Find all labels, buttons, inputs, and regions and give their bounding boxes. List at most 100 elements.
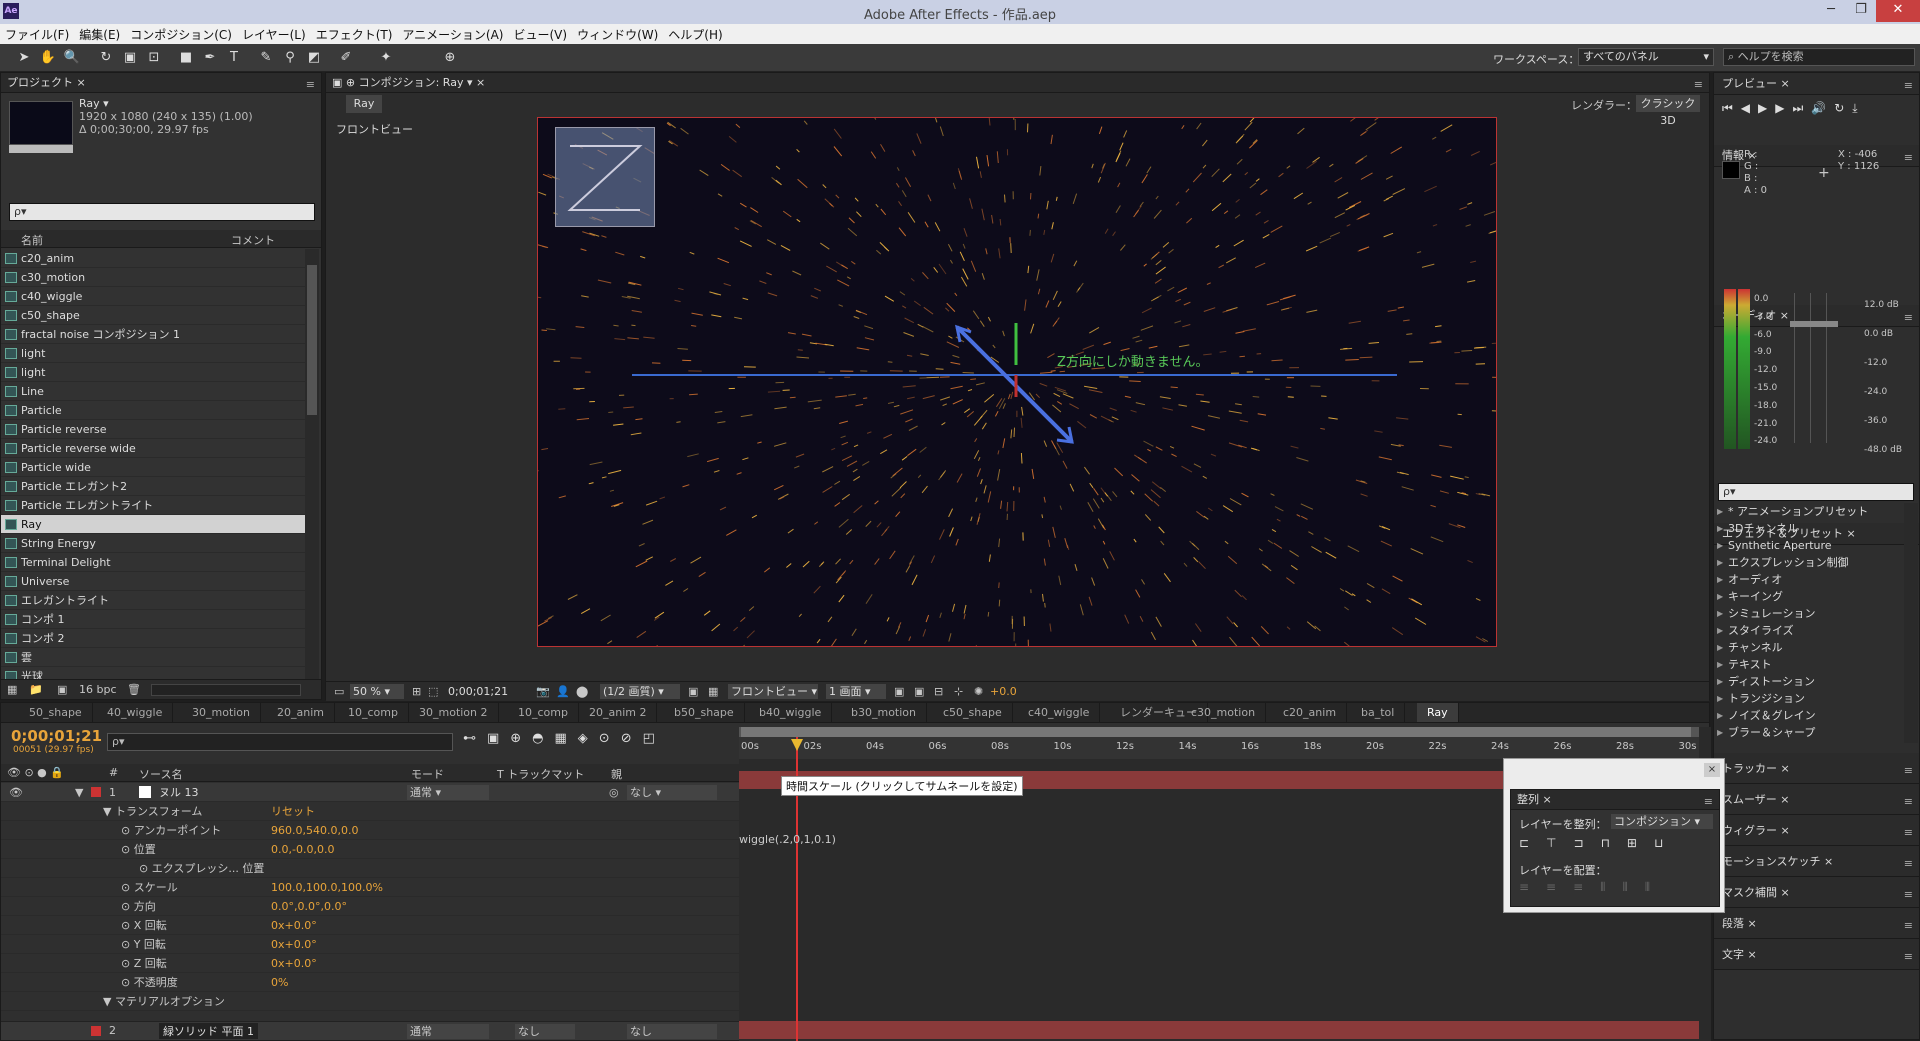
property-row[interactable]: ⊙ X 回転0x+0.0° xyxy=(1,916,739,935)
roto-brush-tool-icon[interactable]: ✐ xyxy=(336,48,356,68)
property-row[interactable]: ⊙ 方向0.0°,0.0°,0.0° xyxy=(1,897,739,916)
always-preview-icon[interactable]: ▭ xyxy=(334,685,344,698)
panel-menu-icon[interactable]: ≡ xyxy=(1904,755,1913,786)
project-item[interactable]: Particle エレガント2 xyxy=(1,477,305,496)
timeline-tab[interactable]: 20_anim xyxy=(267,703,335,722)
label-color-2[interactable] xyxy=(91,1026,101,1036)
project-item[interactable]: エレガントライト xyxy=(1,591,305,610)
panel-menu-icon[interactable]: ≡ xyxy=(1904,817,1913,848)
align-to-select[interactable]: コンポジション ▾ xyxy=(1611,814,1713,829)
mask-visibility-icon[interactable]: ⬚ xyxy=(428,685,438,698)
collapsed-panel[interactable]: モーションスケッチ ×≡ xyxy=(1714,846,1919,877)
collapsed-panel[interactable]: 文字 ×≡ xyxy=(1714,939,1919,970)
effect-category[interactable]: ノイズ＆グレイン xyxy=(1714,707,1904,724)
property-row[interactable]: ⊙ Y 回転0x+0.0° xyxy=(1,935,739,954)
brush-tool-icon[interactable]: ✎ xyxy=(256,48,276,68)
safe-zones-icon[interactable]: ⊞ xyxy=(412,685,421,698)
col-mode[interactable]: モード xyxy=(411,766,444,782)
collapsed-panel[interactable]: 段落 ×≡ xyxy=(1714,908,1919,939)
panel-menu-icon[interactable]: ≡ xyxy=(1904,910,1913,941)
project-search-input[interactable]: ρ▾ xyxy=(9,203,315,221)
hand-tool-icon[interactable]: ✋ xyxy=(38,48,58,68)
menu-item-5[interactable]: アニメーション(A) xyxy=(397,24,508,45)
timeline-tab[interactable]: c20_anim xyxy=(1273,703,1347,722)
layer-name-2[interactable]: 緑ソリッド 平面 1 xyxy=(159,1023,258,1039)
project-item[interactable]: light xyxy=(1,344,305,363)
property-value[interactable]: 0x+0.0° xyxy=(271,935,317,954)
timeline-tab[interactable]: Ray xyxy=(1417,703,1459,722)
panel-menu-icon[interactable]: ≡ xyxy=(1904,941,1913,972)
col-trkmat[interactable]: T トラックマット xyxy=(497,766,584,782)
col-source[interactable]: ソース名 xyxy=(139,766,182,782)
effect-category[interactable]: Synthetic Aperture xyxy=(1714,537,1904,554)
timeline-tab[interactable]: 20_anim 2 xyxy=(579,703,657,722)
comp-subtab[interactable]: Ray xyxy=(346,95,382,113)
new-comp-icon[interactable]: ▣ xyxy=(57,683,67,696)
col-parent[interactable]: 親 xyxy=(611,766,622,782)
camera-tool-icon[interactable]: ▣ xyxy=(120,48,140,68)
label-color[interactable] xyxy=(91,787,101,797)
collapsed-panel[interactable]: トラッカー ×≡ xyxy=(1714,753,1919,784)
puppet-tool-icon[interactable]: ✦ xyxy=(376,48,396,68)
collapsed-panel[interactable]: ウィグラー ×≡ xyxy=(1714,815,1919,846)
property-row[interactable]: ⊙ エクスプレッシ... 位置 xyxy=(1,859,739,878)
views-select[interactable]: 1 画面 ▾ xyxy=(826,684,886,699)
zoom-tool-icon[interactable]: 🔍 xyxy=(62,48,82,68)
eye-icon[interactable]: 👁 xyxy=(9,783,23,802)
timeline-tab[interactable]: b30_motion xyxy=(841,703,927,722)
timeline-tab[interactable]: 10_comp xyxy=(338,703,409,722)
composition-viewer[interactable]: Z方向にしか動きません。 xyxy=(537,117,1497,647)
project-item[interactable]: 光球 xyxy=(1,667,305,679)
layer-mode-select[interactable]: 通常 ▾ xyxy=(407,785,489,800)
fast-previews-icon[interactable]: ▣ xyxy=(914,685,924,698)
timeline-tab[interactable]: c40_wiggle xyxy=(1018,703,1100,722)
panel-menu-icon[interactable]: ≡ xyxy=(1904,879,1913,910)
menu-item-4[interactable]: エフェクト(T) xyxy=(311,24,398,45)
timeline-tab[interactable]: c50_shape xyxy=(933,703,1013,722)
audio-slider-3[interactable] xyxy=(1826,293,1834,443)
layer-row-1[interactable]: 👁 ▼ 1 ヌル 13 通常 ▾ ◎ なし ▾ xyxy=(1,783,739,802)
interpret-footage-icon[interactable]: ▦ xyxy=(7,683,17,696)
project-item[interactable]: Particle エレガントライト xyxy=(1,496,305,515)
maximize-button[interactable]: ❐ xyxy=(1846,0,1876,22)
effect-category[interactable]: ブラー＆シャープ xyxy=(1714,724,1904,741)
project-item[interactable]: c40_wiggle xyxy=(1,287,305,306)
selection-tool-icon[interactable]: ➤ xyxy=(14,48,34,68)
layer-2-bar[interactable] xyxy=(739,1021,1699,1039)
property-row[interactable]: ⊙ スケール100.0,100.0,100.0% xyxy=(1,878,739,897)
property-row[interactable]: ▼ マテリアルオプション xyxy=(1,992,739,1011)
timeline-tab[interactable]: 50_shape xyxy=(19,703,93,722)
transparency-grid-icon[interactable]: ▦ xyxy=(708,685,718,698)
menu-item-6[interactable]: ビュー(V) xyxy=(508,24,572,45)
property-value[interactable]: 0x+0.0° xyxy=(271,954,317,973)
project-item[interactable]: コンポ 2 xyxy=(1,629,305,648)
preview-tab[interactable]: プレビュー ×≡ xyxy=(1714,73,1919,95)
timeline-tab[interactable]: b40_wiggle xyxy=(749,703,832,722)
effects-search-input[interactable]: ρ▾ xyxy=(1718,483,1914,501)
timeline-timecode[interactable]: 0;00;01;21 xyxy=(11,727,102,745)
align-tab[interactable]: 整列 ×≡ xyxy=(1511,790,1719,810)
effect-category[interactable]: テキスト xyxy=(1714,656,1904,673)
project-item[interactable]: Universe xyxy=(1,572,305,591)
project-item[interactable]: Ray xyxy=(1,515,305,534)
layer-row-2[interactable]: 2 緑ソリッド 平面 1 通常 なし なし xyxy=(1,1021,739,1040)
effect-category[interactable]: ディストーション xyxy=(1714,673,1904,690)
effect-category[interactable]: キーイング xyxy=(1714,588,1904,605)
expand-triangle-icon[interactable]: ▼ xyxy=(75,783,83,802)
project-item[interactable]: String Energy xyxy=(1,534,305,553)
effect-category[interactable]: マット xyxy=(1714,741,1904,743)
timeline-tab[interactable]: 10_comp xyxy=(508,703,579,722)
collapsed-panel[interactable]: スムーザー ×≡ xyxy=(1714,784,1919,815)
axis-mode-icon[interactable]: ⊕ xyxy=(440,48,460,68)
property-row[interactable]: ⊙ 不透明度0% xyxy=(1,973,739,992)
menu-item-2[interactable]: コンポジション(C) xyxy=(125,24,237,45)
audio-slider-2[interactable] xyxy=(1810,293,1818,443)
project-item[interactable]: 雲 xyxy=(1,648,305,667)
align-buttons[interactable]: ⊏⊤⊐⊓⊞⊔ xyxy=(1519,836,1719,854)
menu-item-0[interactable]: ファイル(F) xyxy=(0,24,74,45)
timeline-tab[interactable]: ba_tol xyxy=(1351,703,1405,722)
type-tool-icon[interactable]: T xyxy=(224,48,244,68)
exposure-icon[interactable]: ✺ xyxy=(974,685,983,698)
project-selected-name[interactable]: Ray ▾ xyxy=(79,97,109,110)
layer2-parent[interactable]: なし xyxy=(627,1024,717,1039)
